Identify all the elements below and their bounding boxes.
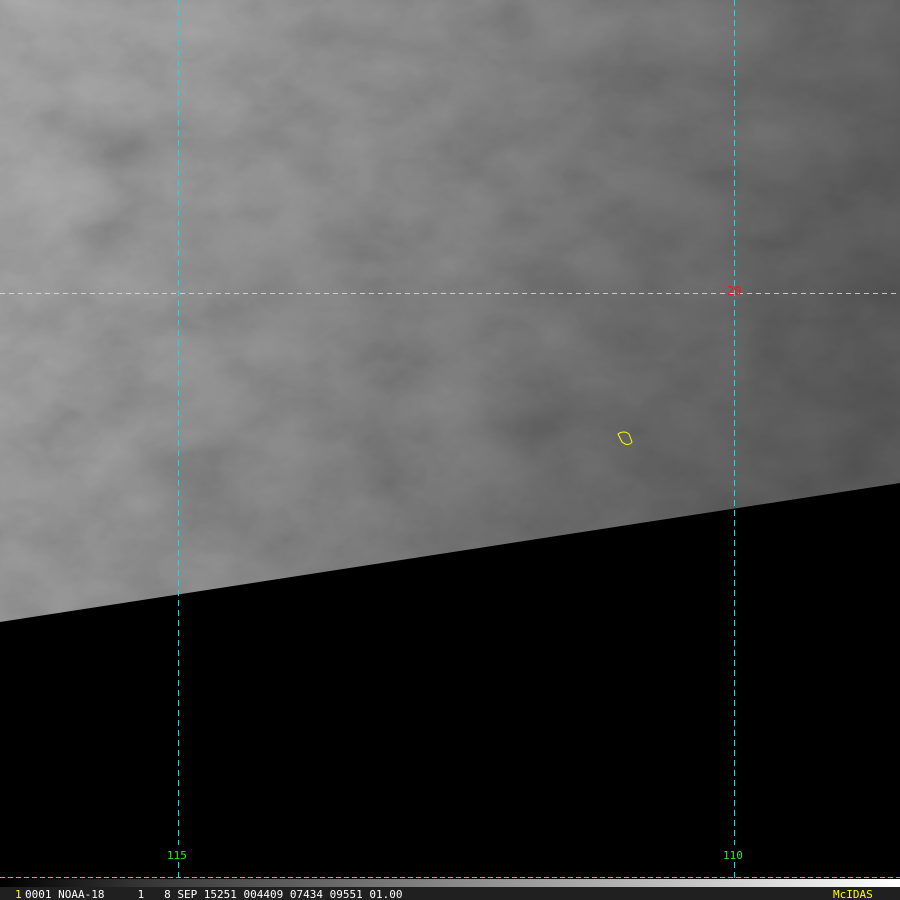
longitude-label: 115	[167, 849, 187, 862]
frame-number: 1	[15, 888, 22, 900]
status-bar: 1 0001 NOAA-18 1 8 SEP 15251 004409 0743…	[0, 887, 900, 900]
satellite-image-viewer: 20 115 110 1 0001 NOAA-18 1 8 SEP 15251 …	[0, 0, 900, 900]
image-swath	[0, 0, 900, 622]
latitude-label: 20	[727, 284, 742, 298]
grayscale-colorbar	[0, 879, 900, 887]
mcidas-brand: McIDAS	[833, 888, 873, 900]
satellite-imagery	[0, 0, 900, 884]
longitude-label: 110	[723, 849, 743, 862]
image-info: 0001 NOAA-18 1 8 SEP 15251 004409 07434 …	[25, 888, 403, 900]
